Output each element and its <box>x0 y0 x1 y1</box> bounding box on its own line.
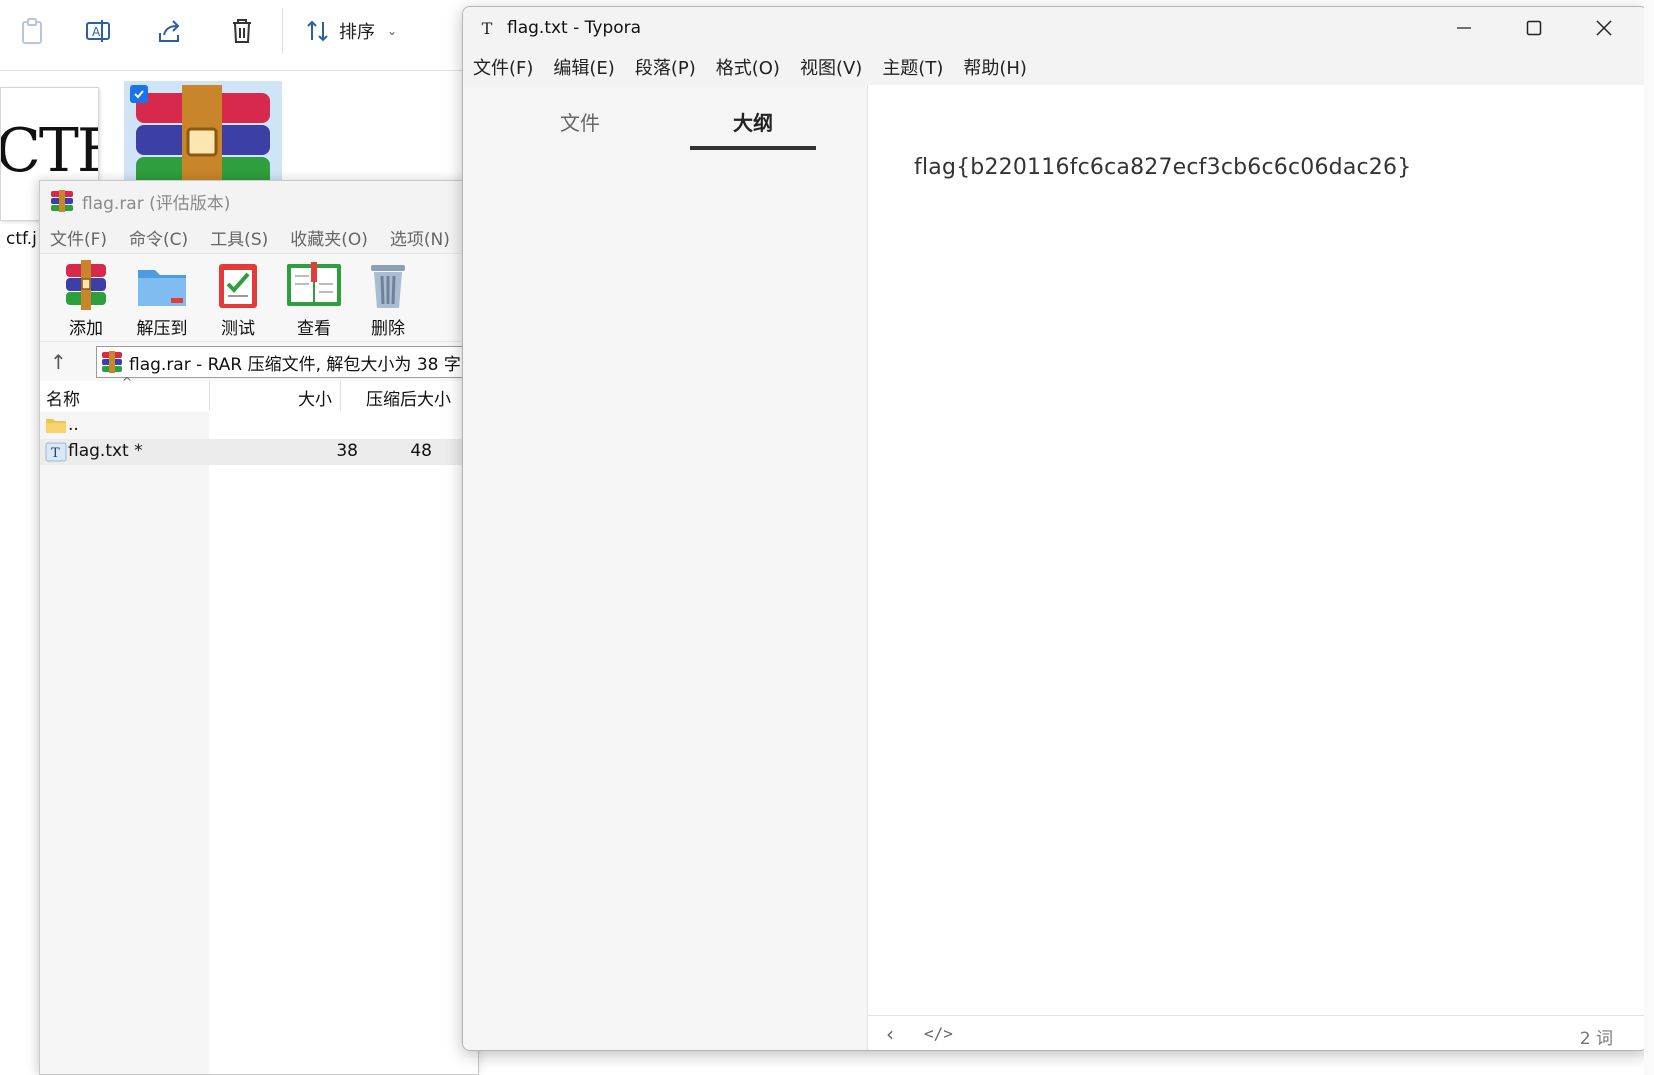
winrar-menu-commands[interactable]: 命令(C) <box>129 225 188 250</box>
extract-folder-icon <box>138 270 186 306</box>
sort-icon <box>307 20 328 42</box>
sort-button[interactable]: 排序 ⌄ <box>305 12 397 50</box>
winrar-menubar: 文件(F) 命令(C) 工具(S) 收藏夹(O) 选项(N) <box>40 221 478 253</box>
chevron-down-icon: ⌄ <box>387 24 398 38</box>
checkbox-selected-icon[interactable] <box>130 85 148 103</box>
typora-menu-help[interactable]: 帮助(H) <box>963 54 1027 80</box>
svg-text:A: A <box>92 25 101 39</box>
list-item[interactable]: .. <box>40 413 478 439</box>
extract-to-label: 解压到 <box>136 319 188 339</box>
delete-button[interactable]: 删除 <box>352 260 424 339</box>
typora-sidebar: 文件 大纲 <box>463 85 868 1050</box>
maximize-button[interactable] <box>1499 7 1569 49</box>
typora-window: T flag.txt - Typora 文件(F) 编辑(E) 段落(P) 格式… <box>462 6 1648 1051</box>
chevron-left-icon[interactable]: ‹ <box>886 1022 894 1046</box>
typora-menu-view[interactable]: 视图(V) <box>800 54 862 80</box>
winrar-titlebar[interactable]: flag.rar (评估版本) <box>40 181 478 221</box>
winrar-small-icon <box>102 351 122 373</box>
view-button[interactable]: 查看 <box>278 260 350 339</box>
view-book-icon <box>287 262 341 306</box>
desktop-edge <box>1644 0 1654 1075</box>
file-list-header: 名称 ^ 大小 压缩后大小 <box>40 375 478 411</box>
svg-text:T: T <box>51 446 60 461</box>
item-size: 38 <box>336 441 358 461</box>
typora-menu-paragraph[interactable]: 段落(P) <box>635 54 696 80</box>
winrar-title: flag.rar (评估版本) <box>82 193 231 214</box>
delete-icon[interactable] <box>222 12 262 50</box>
toolbar-separator <box>282 8 283 54</box>
close-icon <box>1596 20 1612 36</box>
share-icon[interactable] <box>150 12 190 50</box>
column-packed[interactable]: 压缩后大小 <box>366 385 451 410</box>
archive-path-text: flag.rar - RAR 压缩文件, 解包大小为 38 字 <box>129 354 461 375</box>
winrar-menu-tools[interactable]: 工具(S) <box>210 225 268 250</box>
sort-ascending-icon: ^ <box>122 375 133 389</box>
minimize-button[interactable] <box>1429 7 1499 49</box>
item-name: flag.txt * <box>68 441 143 461</box>
column-divider[interactable] <box>209 381 210 411</box>
arrow-up-icon[interactable]: ↑ <box>50 350 67 374</box>
typora-menu-file[interactable]: 文件(F) <box>473 54 533 80</box>
tab-outline[interactable]: 大纲 <box>690 107 816 136</box>
text-file-icon: T <box>45 442 67 462</box>
add-label: 添加 <box>69 319 103 339</box>
test-button[interactable]: 测试 <box>202 260 274 339</box>
source-code-icon[interactable]: </> <box>924 1024 953 1043</box>
column-name[interactable]: 名称 <box>46 385 80 410</box>
winrar-menu-favorites[interactable]: 收藏夹(O) <box>290 225 368 250</box>
sort-label: 排序 <box>339 22 375 43</box>
typora-app-icon: T <box>481 18 493 38</box>
thumbnail-label[interactable]: ctf.j <box>6 229 37 249</box>
winrar-toolbar: 添加 解压到 测试 查看 删除 <box>40 253 478 341</box>
active-tab-indicator <box>690 146 816 150</box>
paste-icon[interactable] <box>12 12 52 50</box>
column-divider[interactable] <box>340 381 341 411</box>
status-bar: ‹ </> 2 词 <box>868 1015 1647 1050</box>
word-count[interactable]: 2 词 <box>1580 1024 1613 1049</box>
typora-menu-themes[interactable]: 主题(T) <box>882 54 943 80</box>
column-size[interactable]: 大小 <box>298 385 332 410</box>
item-packed-size: 48 <box>410 441 432 461</box>
thumbnail-ctf-text: CTF <box>1 116 98 186</box>
winrar-window: flag.rar (评估版本) 文件(F) 命令(C) 工具(S) 收藏夹(O)… <box>39 180 479 1075</box>
winrar-pathbar: ↑ flag.rar - RAR 压缩文件, 解包大小为 38 字 <box>40 341 478 381</box>
typora-title: flag.txt - Typora <box>507 18 642 38</box>
tab-files[interactable]: 文件 <box>517 107 643 136</box>
winrar-menu-file[interactable]: 文件(F) <box>50 225 107 250</box>
document-text[interactable]: flag{b220116fc6ca827ecf3cb6c6c06dac26} <box>914 155 1411 180</box>
winrar-menu-options[interactable]: 选项(N) <box>390 225 450 250</box>
delete-label: 删除 <box>371 319 405 339</box>
add-button[interactable]: 添加 <box>50 260 122 339</box>
test-label: 测试 <box>221 319 255 339</box>
add-archive-icon <box>66 260 106 310</box>
maximize-icon <box>1526 20 1542 36</box>
typora-menu-format[interactable]: 格式(O) <box>716 54 780 80</box>
typora-menu-edit[interactable]: 编辑(E) <box>553 54 614 80</box>
view-label: 查看 <box>297 319 331 339</box>
typora-menubar: 文件(F) 编辑(E) 段落(P) 格式(O) 视图(V) 主题(T) 帮助(H… <box>463 49 1647 85</box>
extract-to-button[interactable]: 解压到 <box>126 260 198 339</box>
minimize-icon <box>1457 27 1471 29</box>
item-name: .. <box>68 415 79 435</box>
test-clipboard-icon <box>219 264 257 308</box>
archive-path-field[interactable]: flag.rar - RAR 压缩文件, 解包大小为 38 字 <box>96 346 478 378</box>
list-item[interactable]: T flag.txt * 38 48 <box>40 439 478 465</box>
rename-icon[interactable]: A <box>78 12 118 50</box>
folder-icon <box>46 419 66 433</box>
name-column-background <box>40 411 209 1074</box>
close-button[interactable] <box>1569 7 1639 49</box>
editor-area[interactable]: flag{b220116fc6ca827ecf3cb6c6c06dac26} <box>868 85 1647 1015</box>
trash-icon <box>371 265 405 308</box>
winrar-app-icon <box>51 190 73 212</box>
